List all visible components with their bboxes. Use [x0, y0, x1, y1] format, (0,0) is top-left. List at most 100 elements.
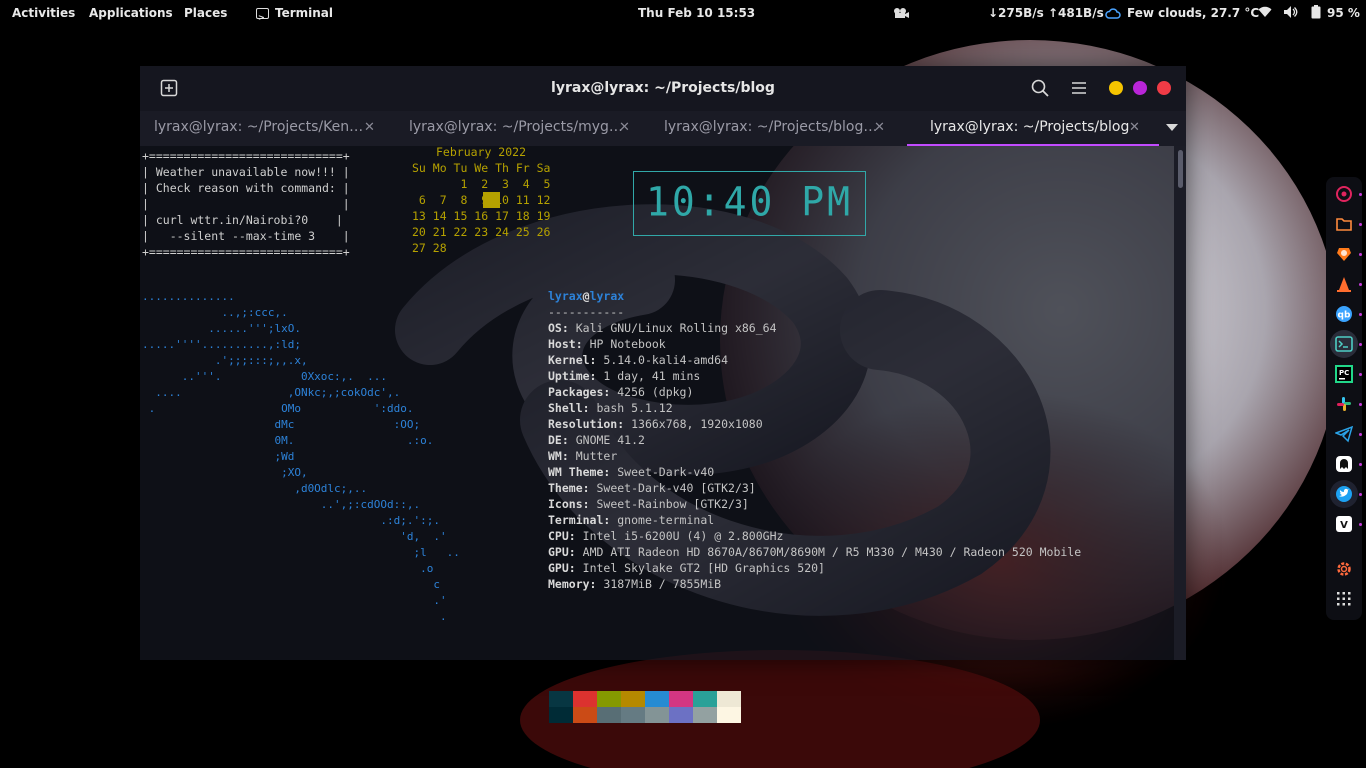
- maximize-button[interactable]: [1133, 81, 1147, 95]
- terminal-icon[interactable]: [1335, 335, 1353, 353]
- neofetch-value: Sweet-Rainbow [GTK2/3]: [596, 497, 749, 511]
- neofetch-value: GNOME 41.2: [575, 433, 645, 447]
- wifi-icon[interactable]: [1258, 0, 1272, 27]
- qbittorrent-icon[interactable]: qb: [1335, 305, 1353, 323]
- scrollbar[interactable]: [1174, 146, 1186, 660]
- dock-running-indicator: [1359, 463, 1362, 466]
- neofetch-key: Resolution: [548, 417, 618, 431]
- color-swatch: [693, 707, 717, 723]
- settings-gear-icon[interactable]: [1335, 560, 1353, 578]
- top-panel: Activities Applications Places Terminal …: [0, 0, 1366, 31]
- neofetch-value: Kali GNU/Linux Rolling x86_64: [575, 321, 777, 335]
- terminal-app-menu[interactable]: Terminal: [256, 0, 334, 31]
- screen-recorder-icon[interactable]: [893, 0, 909, 27]
- neofetch-colon: :: [589, 353, 604, 367]
- pycharm-icon[interactable]: PC: [1335, 365, 1353, 383]
- neofetch-colon: :: [561, 321, 576, 335]
- neofetch-row: Resolution: 1366x768, 1920x1080: [548, 416, 1081, 432]
- search-icon[interactable]: [1030, 78, 1050, 98]
- neofetch-row: Icons: Sweet-Rainbow [GTK2/3]: [548, 496, 1081, 512]
- terminal-content[interactable]: +============================+ | Weather…: [140, 145, 1170, 723]
- activities-button[interactable]: Activities: [12, 0, 75, 27]
- terminal-app-label: Terminal: [275, 6, 334, 20]
- tab-blog-1[interactable]: lyrax@lyrax: ~/Projects/blog… ✕: [650, 111, 902, 146]
- neofetch-value: Intel i5-6200U (4) @ 2.800GHz: [582, 529, 784, 543]
- cloud-icon: [1105, 8, 1121, 19]
- color-swatch: [573, 691, 597, 707]
- ghost-app-icon[interactable]: [1335, 455, 1353, 473]
- twitter-icon[interactable]: [1335, 485, 1353, 503]
- telegram-icon[interactable]: [1335, 425, 1353, 443]
- neofetch-key: WM Theme: [548, 465, 604, 479]
- neofetch-key: DE: [548, 433, 562, 447]
- neofetch-key: GPU: [548, 545, 569, 559]
- neofetch-userhost: lyrax@lyrax: [548, 288, 1081, 304]
- hamburger-menu-icon[interactable]: [1069, 78, 1089, 98]
- tab-label: lyrax@lyrax: ~/Projects/blog: [930, 119, 1130, 135]
- vscode-icon[interactable]: V: [1335, 515, 1353, 533]
- neofetch-key: OS: [548, 321, 562, 335]
- color-swatch: [621, 691, 645, 707]
- brave-browser-icon[interactable]: [1335, 245, 1353, 263]
- svg-text:PC: PC: [1339, 369, 1349, 377]
- neofetch-at: @: [582, 289, 590, 303]
- color-swatch: [645, 707, 669, 723]
- battery-percent: 95 %: [1327, 6, 1360, 20]
- neofetch-value: bash 5.1.12: [596, 401, 673, 415]
- neofetch-key: CPU: [548, 529, 569, 543]
- tab-blog-active[interactable]: lyrax@lyrax: ~/Projects/blog ✕: [907, 111, 1159, 146]
- clock-datetime[interactable]: Thu Feb 10 15:53: [638, 0, 755, 27]
- terminal-clock: 10:40 PM: [645, 178, 854, 226]
- neofetch-colon: :: [589, 369, 604, 383]
- close-tab-icon[interactable]: ✕: [364, 111, 375, 144]
- neofetch-row: Memory: 3187MiB / 7855MiB: [548, 576, 1081, 592]
- neofetch-colon: :: [568, 561, 583, 575]
- color-swatch: [573, 707, 597, 723]
- close-tab-icon[interactable]: ✕: [874, 111, 885, 144]
- neofetch-key: Host: [548, 337, 576, 351]
- tab-list-chevron-down-icon[interactable]: [1166, 124, 1178, 132]
- battery-indicator[interactable]: 95 %: [1311, 0, 1360, 27]
- color-swatch: [717, 707, 741, 723]
- close-tab-icon[interactable]: ✕: [619, 111, 630, 144]
- neofetch-colon: :: [582, 481, 597, 495]
- volume-icon[interactable]: [1284, 0, 1298, 27]
- tab-myg[interactable]: lyrax@lyrax: ~/Projects/myg… ✕: [395, 111, 647, 146]
- close-tab-icon[interactable]: ✕: [1129, 111, 1140, 144]
- radial-app-icon[interactable]: [1335, 185, 1353, 203]
- minimize-button[interactable]: [1109, 81, 1123, 95]
- tab-label: lyrax@lyrax: ~/Projects/blog…: [664, 119, 878, 135]
- color-swatch: [549, 691, 573, 707]
- weather-box-text: +============================+ | Weather…: [142, 149, 350, 259]
- network-speed: ↓275B/s ↑481B/s: [988, 6, 1104, 20]
- neofetch-key: Kernel: [548, 353, 590, 367]
- neofetch-row: Shell: bash 5.1.12: [548, 400, 1081, 416]
- tab-ken[interactable]: lyrax@lyrax: ~/Projects/Ken… ✕: [140, 111, 392, 146]
- color-swatch: [621, 707, 645, 723]
- window-headerbar: lyrax@lyrax: ~/Projects/blog: [140, 66, 1186, 111]
- color-swatch: [549, 707, 573, 723]
- neofetch-row: GPU: AMD ATI Radeon HD 8670A/8670M/8690M…: [548, 544, 1081, 560]
- calendar-body: Su Mo Tu We Th Fr Sa 1 2 3 4 5 6 7 8 9 1…: [412, 161, 551, 255]
- neofetch-colon: :: [575, 337, 590, 351]
- applications-menu[interactable]: Applications: [89, 0, 173, 27]
- neofetch-key: WM: [548, 449, 562, 463]
- neofetch-colon: :: [603, 465, 618, 479]
- files-icon[interactable]: [1335, 215, 1353, 233]
- slack-icon[interactable]: [1335, 395, 1353, 413]
- neofetch-value: HP Notebook: [589, 337, 666, 351]
- scrollbar-thumb[interactable]: [1178, 150, 1183, 188]
- show-apps-grid-icon[interactable]: [1335, 590, 1353, 608]
- neofetch-colon: :: [568, 529, 583, 543]
- dock-running-indicator: [1359, 313, 1362, 316]
- neofetch-key: GPU: [548, 561, 569, 575]
- neofetch-value: 4256 (dpkg): [617, 385, 694, 399]
- kali-ascii-logo: .............. ..,;:ccc,. ......''';lxO.…: [142, 290, 460, 623]
- neofetch-row: Kernel: 5.14.0-kali4-amd64: [548, 352, 1081, 368]
- vlc-cone-icon[interactable]: [1335, 275, 1353, 293]
- close-button[interactable]: [1157, 81, 1171, 95]
- dock-running-indicator: [1359, 253, 1362, 256]
- weather-indicator[interactable]: Few clouds, 27.7 °C: [1105, 0, 1259, 27]
- clock-box: 10:40 PM: [633, 171, 866, 236]
- places-menu[interactable]: Places: [184, 0, 227, 27]
